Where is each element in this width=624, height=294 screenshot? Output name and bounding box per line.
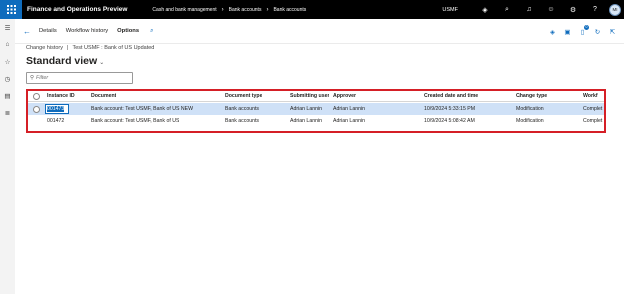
document-cell: Bank account: Test USMF, Bank of US NEW [91,106,193,112]
filter-icon: ⚲ [30,75,35,81]
filter-box: ⚲ [26,72,133,84]
smiley-icon[interactable]: ☺ [540,6,562,13]
column-header-document[interactable]: Document [91,93,116,99]
main-content: ← Details Workflow history Options ⌕ ◈ ▣… [15,19,624,294]
change-type-cell: Modification [516,106,544,112]
column-header-change-type[interactable]: Change type [516,93,547,99]
help-icon[interactable]: ? [584,6,606,13]
table-row[interactable]: 001473 Bank account: Test USMF, Bank of … [28,103,604,115]
page-caption: Change history | Test USMF : Bank of US Up… [26,45,154,51]
list-icon[interactable]: ≣ [0,104,15,121]
document-type-cell: Bank accounts [225,118,260,124]
attachment-count-badge: 0 [584,24,589,30]
chevron-down-icon[interactable]: ⌄ [99,60,104,66]
document-cell: Bank account: Test USMF, Bank of US [91,118,180,124]
grid-header-row: Instance ID Document Document type Submi… [28,91,604,102]
view-selector[interactable]: Standard view ⌄ [26,55,104,67]
breadcrumb-item[interactable]: Bank accounts [273,7,306,13]
tab-details[interactable]: Details [39,28,57,34]
search-icon[interactable]: ⌕ [496,6,518,14]
breadcrumb: Cash and bank management › Bank accounts… [152,7,306,13]
column-header-created[interactable]: Created date and time [424,93,478,99]
submitting-user-cell: Adrian Lannin [290,118,323,124]
caption-separator: | [67,45,69,51]
column-header-workflow[interactable]: Workf [583,93,604,99]
row-select-checkbox[interactable] [33,105,40,113]
bell-icon[interactable]: ♫ [518,6,540,13]
office-icon[interactable]: ▣ [560,28,575,36]
refresh-icon[interactable]: ↻ [590,28,605,36]
change-history-grid: Instance ID Document Document type Submi… [26,89,606,133]
star-icon[interactable]: ☆ [0,53,15,70]
clock-icon[interactable]: ◷ [0,70,15,87]
page-title: Standard view [26,55,98,67]
workflow-cell: Complet [583,106,603,112]
submitting-user-cell: Adrian Lannin [290,106,323,112]
column-header-approver[interactable]: Approver [333,93,356,99]
tab-options[interactable]: Options [117,28,139,34]
caption-record: Test USMF : Bank of US Updated [72,45,155,51]
home-icon[interactable]: ⌂ [0,36,15,53]
created-cell: 10/9/2024 5:33:15 PM [424,106,476,112]
workflow-cell: Complet [583,118,603,124]
open-new-icon[interactable]: ⇱ [605,28,620,36]
modules-icon[interactable]: ▤ [0,87,15,104]
app-title[interactable]: Finance and Operations Preview [27,6,127,13]
approver-cell: Adrian Lannin [333,118,366,124]
instance-id-cell: 001472 [47,118,65,124]
breadcrumb-item[interactable]: Bank accounts [229,7,262,13]
attachments-icon[interactable]: ▯ 0 [575,24,590,36]
avatar[interactable]: MI [609,3,621,16]
column-header-instance-id[interactable]: Instance ID [47,93,75,99]
diamond-icon[interactable]: ◈ [545,28,560,36]
search-icon[interactable]: ⌕ [150,28,153,35]
back-arrow-icon[interactable]: ← [23,27,31,36]
hamburger-icon[interactable]: ☰ [0,19,15,36]
instance-id-field[interactable]: 001473 [45,104,69,114]
column-header-document-type[interactable]: Document type [225,93,262,99]
caption-form-name: Change history [26,45,63,51]
chevron-right-icon: › [266,6,269,13]
document-type-cell: Bank accounts [225,106,260,112]
waffle-icon[interactable] [0,0,22,19]
breadcrumb-item[interactable]: Cash and bank management [152,7,216,13]
action-pane-right-icons: ◈ ▣ ▯ 0 ↻ ⇱ [545,19,620,44]
filter-input[interactable] [36,75,127,81]
chevron-right-icon: › [221,6,224,13]
tab-workflow-history[interactable]: Workflow history [66,28,108,34]
company-picker[interactable]: USMF [442,7,458,13]
top-right-toolbar: USMF ◈ ⌕ ♫ ☺ ⚙ ? MI [442,0,624,19]
select-all-checkbox[interactable] [33,92,40,100]
created-cell: 10/9/2024 5:08:42 AM [424,118,475,124]
action-pane: ← Details Workflow history Options ⌕ ◈ ▣… [15,19,624,44]
navigation-rail: ☰ ⌂ ☆ ◷ ▤ ≣ [0,19,15,294]
table-row[interactable]: 001472 Bank account: Test USMF, Bank of … [28,115,604,127]
change-type-cell: Modification [516,118,544,124]
copilot-icon[interactable]: ◈ [474,6,496,14]
approver-cell: Adrian Lannin [333,106,366,112]
top-navigation-bar: Finance and Operations Preview Cash and … [0,0,624,19]
gear-icon[interactable]: ⚙ [562,6,584,14]
column-header-submitting-user[interactable]: Submitting user [290,93,329,99]
